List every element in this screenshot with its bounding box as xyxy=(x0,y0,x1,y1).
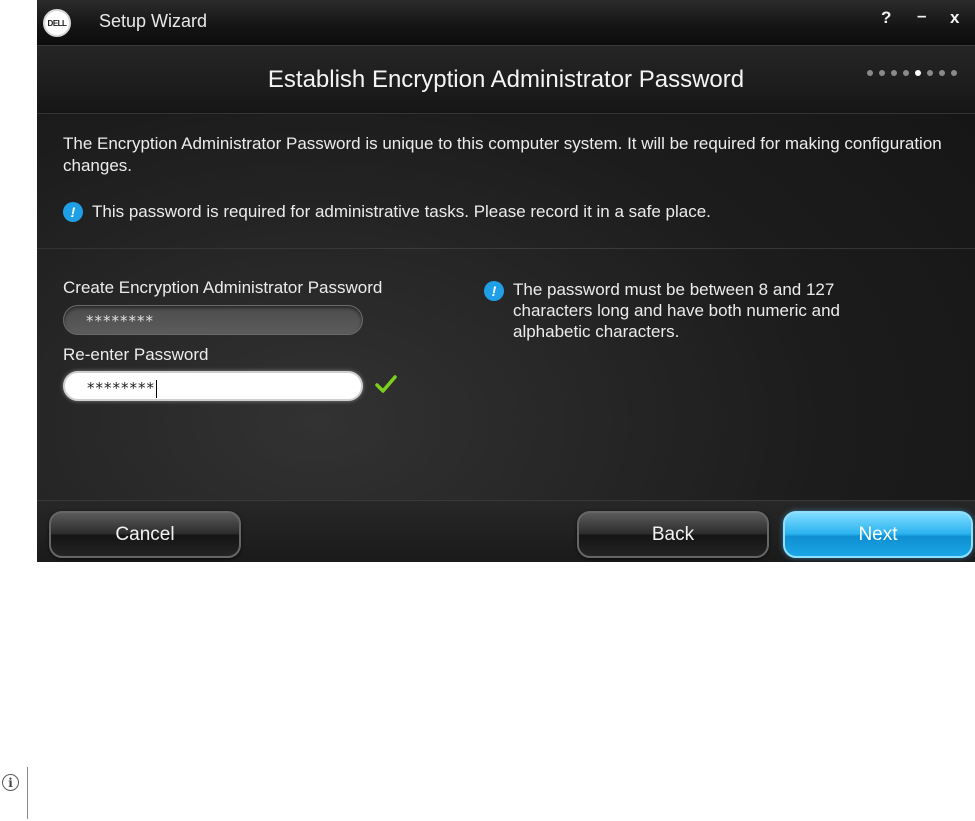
progress-dot xyxy=(951,70,957,76)
info-icon: ! xyxy=(484,281,504,301)
minimize-button[interactable]: – xyxy=(917,6,926,26)
page-header: Establish Encryption Administrator Passw… xyxy=(37,46,975,114)
create-password-value: ******** xyxy=(86,312,154,330)
info-circle-icon: i xyxy=(2,774,19,791)
description-text: The Encryption Administrator Password is… xyxy=(63,134,942,175)
step-progress-indicator xyxy=(867,70,957,76)
admin-note: ! This password is required for administ… xyxy=(63,202,711,222)
title-bar: DELL Setup Wizard ? – x xyxy=(37,0,975,46)
note-bar xyxy=(27,767,28,819)
wizard-footer: Cancel Back Next xyxy=(37,500,975,562)
reenter-password-value: ******** xyxy=(87,379,155,397)
reenter-password-field[interactable]: ******** xyxy=(63,371,363,401)
progress-dot xyxy=(891,70,897,76)
logo-text: DELL xyxy=(47,18,67,28)
password-requirements-note: ! The password must be between 8 and 127… xyxy=(484,279,904,342)
check-mark-icon xyxy=(375,375,397,393)
reenter-password-label: Re-enter Password xyxy=(63,345,209,364)
progress-dot-current xyxy=(915,70,921,76)
setup-wizard-window: DELL Setup Wizard ? – x Establish Encryp… xyxy=(37,0,975,562)
cancel-button[interactable]: Cancel xyxy=(49,511,241,558)
window-title: Setup Wizard xyxy=(99,11,208,31)
text-cursor xyxy=(156,379,157,398)
close-button[interactable]: x xyxy=(950,8,959,28)
progress-dot xyxy=(867,70,873,76)
info-icon: ! xyxy=(63,202,83,222)
progress-dot xyxy=(903,70,909,76)
create-password-field[interactable]: ******** xyxy=(63,305,363,335)
help-button[interactable]: ? xyxy=(881,8,891,28)
create-password-label: Create Encryption Administrator Password xyxy=(63,278,383,297)
progress-dot xyxy=(927,70,933,76)
next-button[interactable]: Next xyxy=(783,511,973,558)
section-divider xyxy=(37,248,975,249)
progress-dot xyxy=(879,70,885,76)
progress-dot xyxy=(939,70,945,76)
admin-note-text: This password is required for administra… xyxy=(92,202,711,221)
page-title: Establish Encryption Administrator Passw… xyxy=(267,66,745,93)
back-button[interactable]: Back xyxy=(577,511,769,558)
dell-logo-icon: DELL xyxy=(43,9,71,37)
password-requirements-text: The password must be between 8 and 127 c… xyxy=(513,280,840,341)
